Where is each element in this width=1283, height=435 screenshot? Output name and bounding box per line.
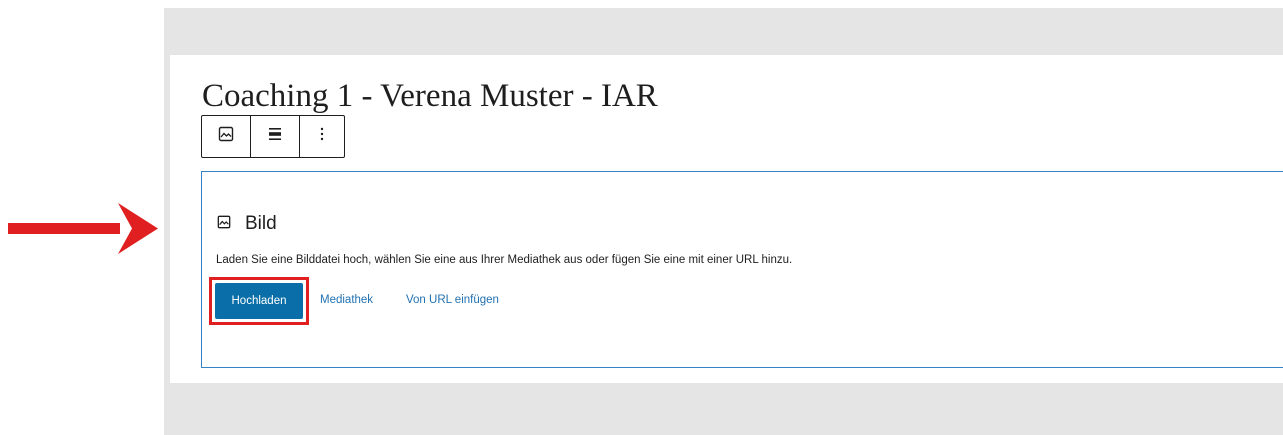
- image-block-header: Bild: [217, 213, 277, 235]
- upload-highlight-box: [209, 277, 309, 325]
- image-icon: [218, 126, 234, 147]
- more-options-icon: [320, 127, 324, 146]
- image-block-title: Bild: [245, 213, 277, 234]
- more-options-button[interactable]: [299, 116, 344, 157]
- align-center-icon: [268, 127, 282, 146]
- insert-from-url-button[interactable]: Von URL einfügen: [406, 294, 499, 306]
- media-library-button[interactable]: Mediathek: [320, 294, 373, 306]
- image-icon: [217, 215, 231, 234]
- block-toolbar: [201, 115, 345, 158]
- post-title[interactable]: Coaching 1 - Verena Muster - IAR: [202, 76, 658, 116]
- align-button[interactable]: [251, 116, 299, 157]
- arrow-right-icon: [8, 201, 158, 262]
- image-block-placeholder: [201, 171, 1283, 368]
- image-block-instructions: Laden Sie eine Bilddatei hoch, wählen Si…: [216, 254, 793, 266]
- block-type-button[interactable]: [202, 116, 251, 157]
